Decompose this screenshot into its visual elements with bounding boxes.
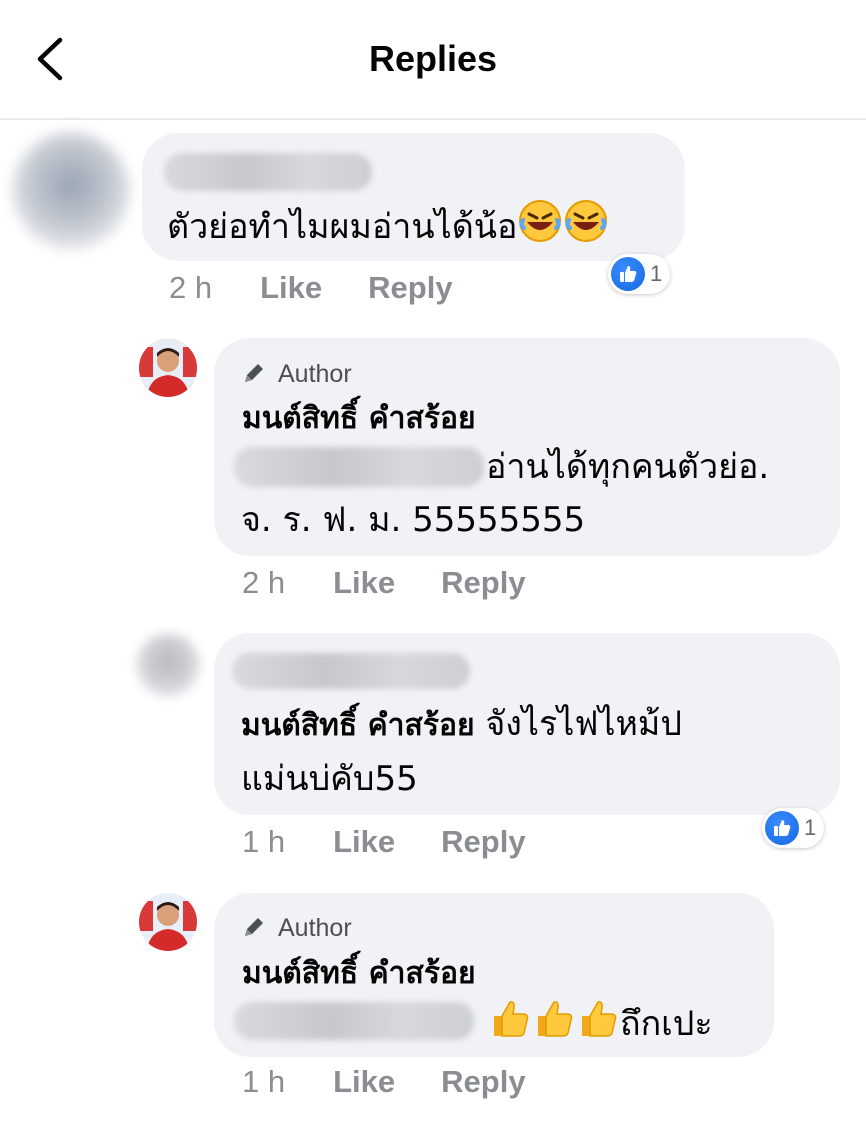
- timestamp: 1 h: [242, 1064, 286, 1099]
- like-button[interactable]: Like: [260, 270, 322, 305]
- redacted-mention: [234, 1002, 474, 1040]
- reaction-count-number: 1: [804, 815, 817, 840]
- comment-text-content: ถึกเปะ: [620, 1004, 713, 1044]
- redacted-name: [164, 153, 372, 191]
- rolling-laughing-emoji: [563, 198, 609, 259]
- avatar[interactable]: [12, 132, 130, 250]
- reaction-count[interactable]: 1: [762, 808, 825, 848]
- comment-text: จ. ร. ฟ. ม. 55555555: [241, 500, 586, 540]
- comment-text-content: ตัวย่อทำไมผมอ่านได้น้อ: [167, 207, 518, 247]
- comment-text: ถึกเปะ: [488, 996, 713, 1055]
- reaction-count[interactable]: 1: [608, 254, 671, 294]
- rolling-laughing-emoji: [517, 198, 563, 259]
- reply-button[interactable]: Reply: [441, 824, 525, 859]
- author-badge: Author: [278, 360, 352, 388]
- thumbs-up-emoji: [532, 996, 576, 1055]
- reply-button[interactable]: Reply: [368, 270, 452, 305]
- author-avatar[interactable]: [139, 339, 197, 397]
- header-bar: Replies: [0, 0, 866, 120]
- reaction-count-number: 1: [650, 261, 663, 286]
- comment-actions: 2 h Like Reply: [169, 270, 453, 306]
- comment-text: ตัวย่อทำไมผมอ่านได้น้อ: [167, 198, 609, 259]
- timestamp: 1 h: [242, 824, 286, 859]
- commenter-name[interactable]: มนต์สิทธิ์ คำสร้อย: [242, 950, 476, 997]
- pencil-icon: [245, 364, 263, 382]
- avatar[interactable]: [136, 633, 200, 697]
- commenter-name[interactable]: มนต์สิทธิ์ คำสร้อย: [242, 395, 476, 442]
- like-reaction-icon: [765, 811, 799, 845]
- like-button[interactable]: Like: [333, 565, 395, 600]
- reply-button[interactable]: Reply: [441, 1064, 525, 1099]
- like-reaction-icon: [611, 257, 645, 291]
- author-badge: Author: [278, 914, 352, 942]
- pencil-icon: [245, 918, 263, 936]
- redacted-mention: [234, 447, 484, 487]
- comment-actions: 1 h Like Reply: [242, 1064, 526, 1100]
- reply-button[interactable]: Reply: [441, 565, 525, 600]
- author-avatar[interactable]: [139, 893, 197, 951]
- like-button[interactable]: Like: [333, 824, 395, 859]
- comment-actions: 1 h Like Reply: [242, 824, 526, 860]
- mention-link[interactable]: มนต์สิทธิ์ คำสร้อย: [241, 708, 475, 743]
- comment-text-content: จังไรไฟไหม้ป: [474, 704, 682, 744]
- thumbs-up-emoji: [576, 996, 620, 1055]
- comment-text: อ่านได้ทุกคนตัวย่อ.: [486, 447, 770, 487]
- comment-actions: 2 h Like Reply: [242, 565, 526, 601]
- like-button[interactable]: Like: [333, 1064, 395, 1099]
- page-title: Replies: [368, 38, 498, 79]
- comment-text: มนต์สิทธิ์ คำสร้อย จังไรไฟไหม้ป: [241, 698, 682, 752]
- timestamp: 2 h: [169, 270, 213, 305]
- timestamp: 2 h: [242, 565, 286, 600]
- redacted-name: [232, 653, 470, 689]
- comment-text: แม่นบ่คับ55: [241, 759, 418, 799]
- thumbs-up-emoji: [488, 996, 532, 1055]
